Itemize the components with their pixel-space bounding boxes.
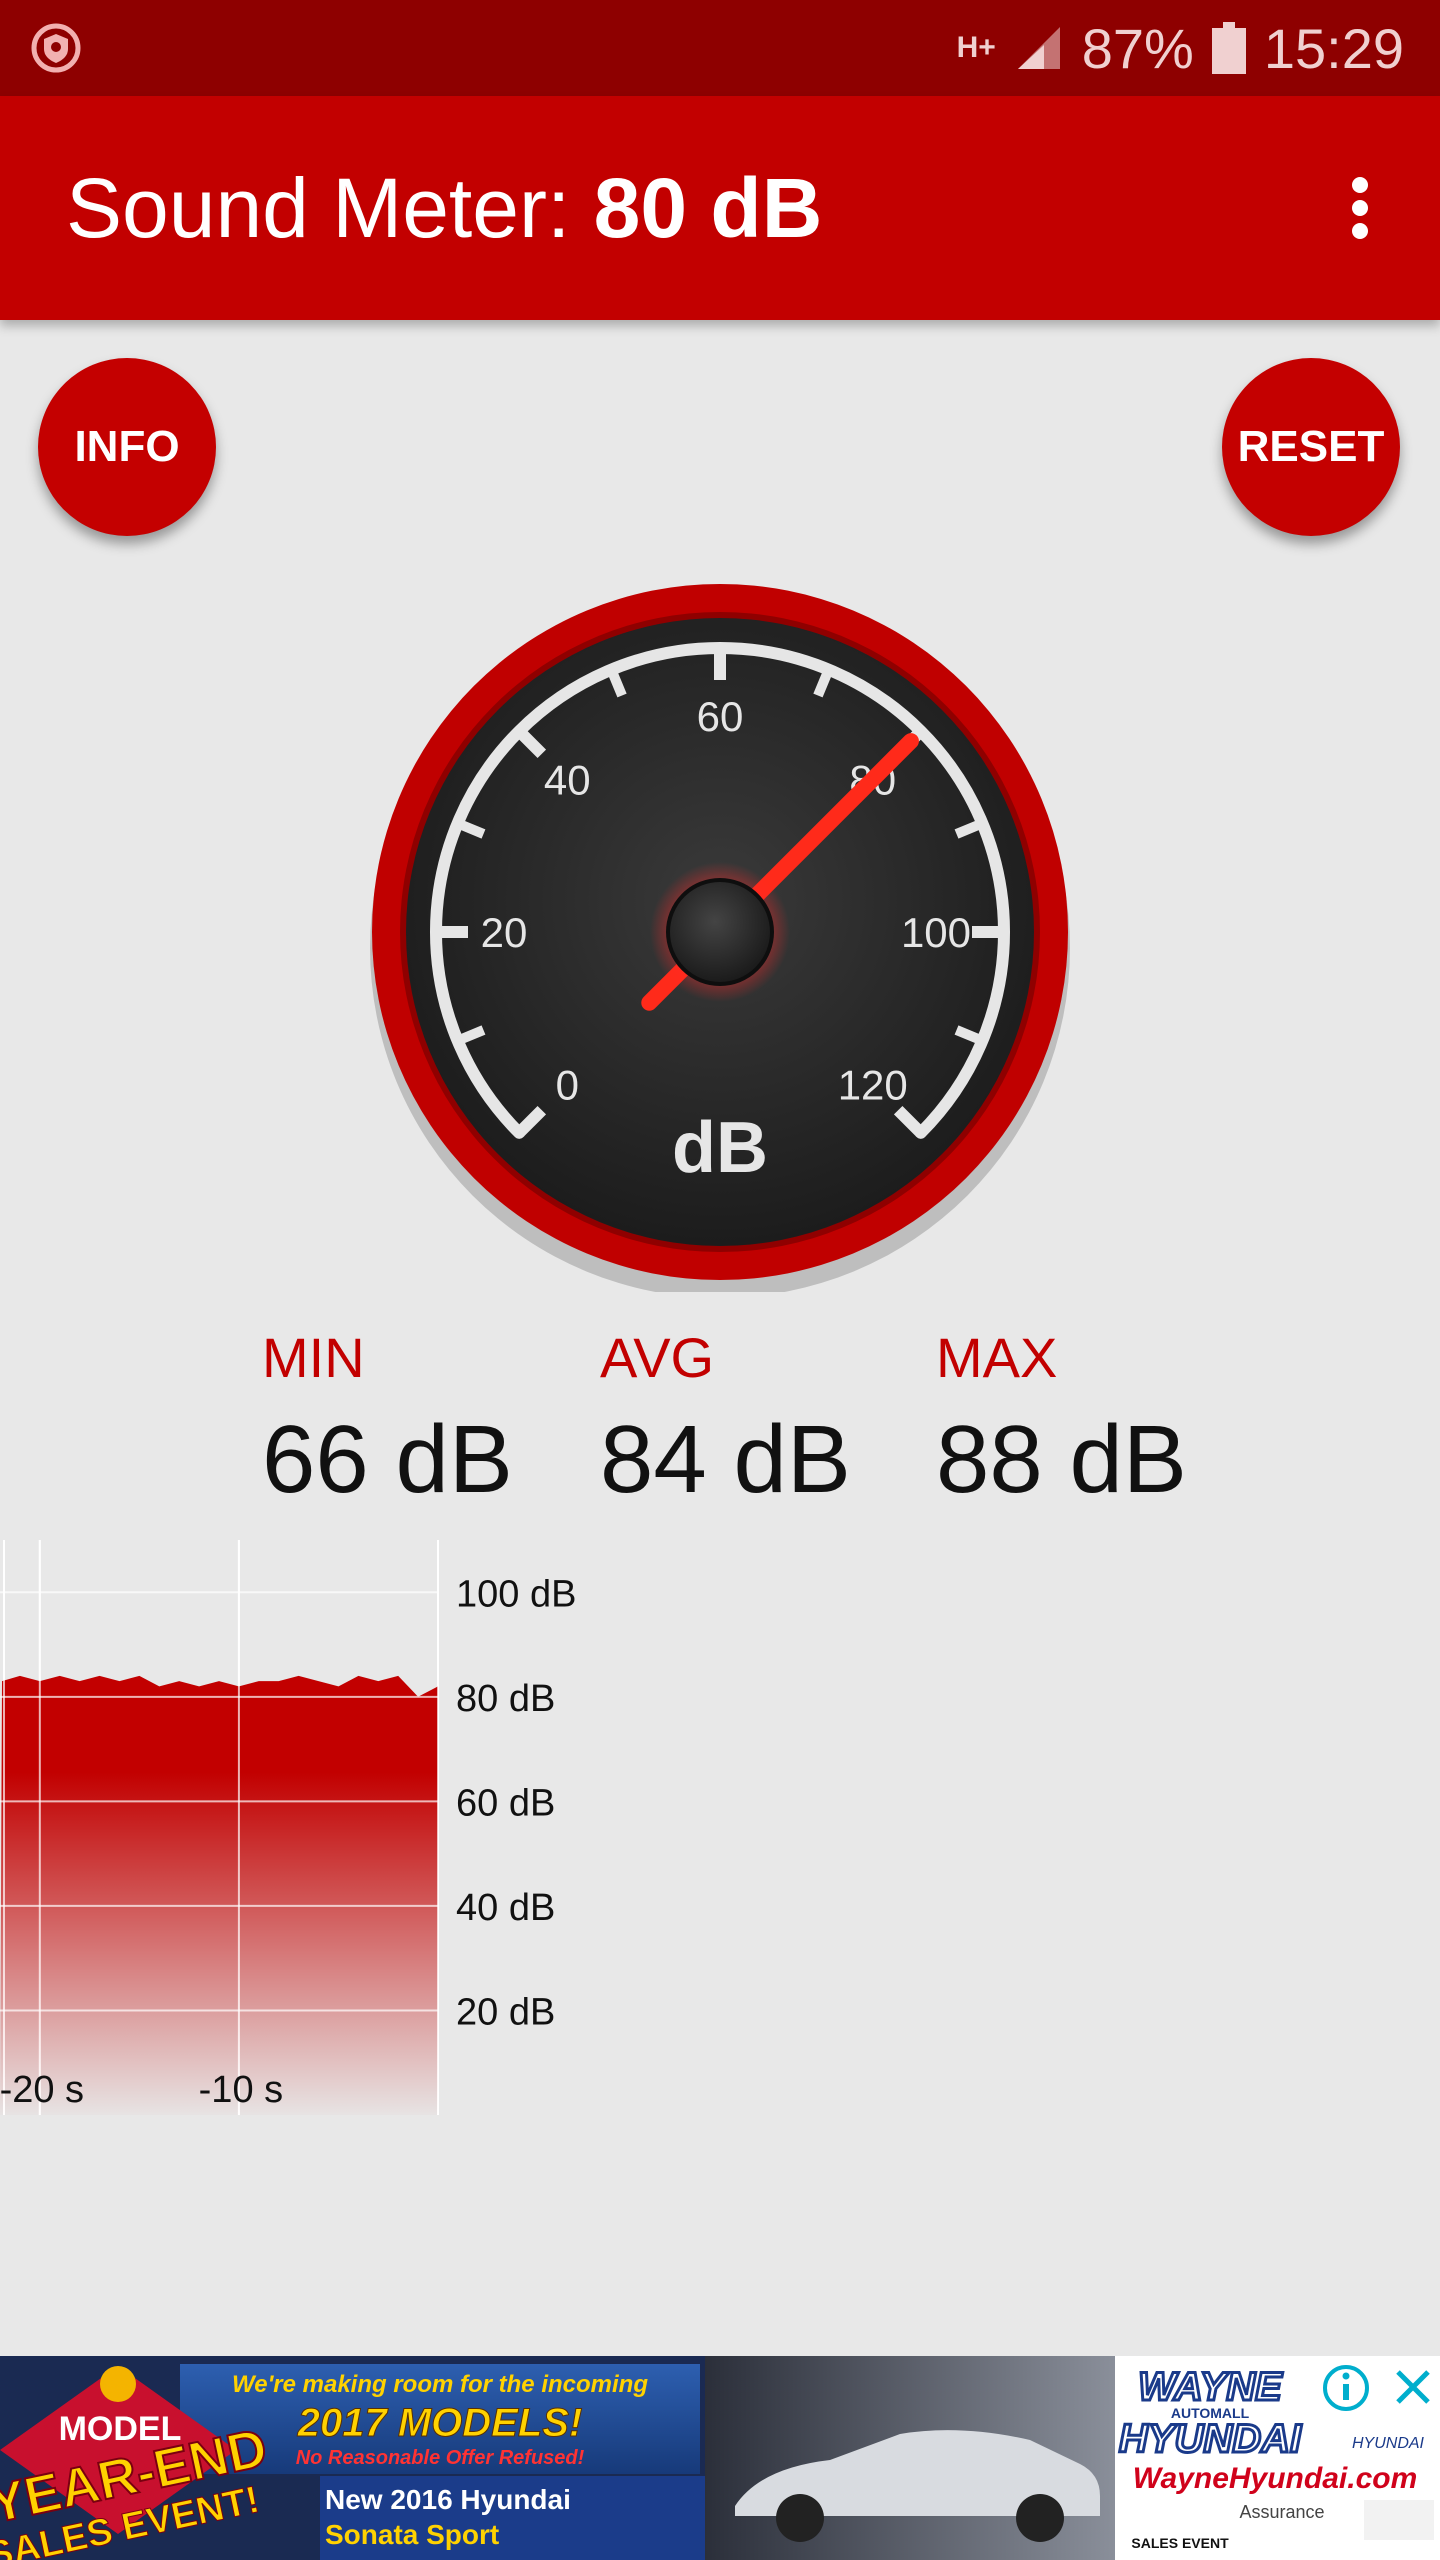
app-title: Sound Meter: 80 dB [66, 96, 822, 320]
app-title-prefix: Sound Meter: [66, 161, 594, 255]
chart-y-tick-label: 20 dB [456, 1991, 555, 2033]
gauge-unit-label: dB [672, 1108, 768, 1188]
ad-models: 2017 MODELS! [297, 2401, 583, 2445]
ad-brand: HYUNDAI [1352, 2435, 1425, 2452]
ad-car-line2: Sonata Sport [325, 2519, 499, 2550]
ad-car-line1: New 2016 Hyundai [325, 2484, 571, 2515]
chart-y-tick-label: 60 dB [456, 1782, 555, 1824]
signal-icon [1017, 27, 1060, 69]
reset-button[interactable]: RESET [1222, 358, 1400, 536]
status-bar: H+ 87% 15:29 [0, 0, 1440, 96]
gauge-tick-label: 0 [556, 1062, 579, 1109]
history-chart: 100 dB 80 dB 60 dB 40 dB 20 dB -20 s -10 s [0, 1540, 576, 2115]
stat-max: MAX 88 dB [936, 1330, 1236, 1508]
ad-creative: MODEL YEAR-END SALES EVENT! We're making… [0, 2356, 1440, 2560]
ad-subline: No Reasonable Offer Refused! [296, 2447, 585, 2469]
ad-footer-2: Assurance [1239, 2502, 1324, 2522]
gauge-tick-label: 20 [481, 909, 528, 956]
gauge-tick-label: 120 [838, 1062, 908, 1109]
db-gauge: 020406080100120 dB [370, 584, 1070, 1292]
stat-avg: AVG 84 dB [600, 1330, 900, 1508]
app-bar: Sound Meter: 80 dB [0, 96, 1440, 320]
stat-min: MIN 66 dB [262, 1330, 562, 1508]
ad-dealer-line3: HYUNDAI [1119, 2417, 1302, 2461]
gauge-tick-label: 40 [544, 756, 591, 803]
info-button[interactable]: INFO [38, 358, 216, 536]
ad-banner[interactable]: MODEL YEAR-END SALES EVENT! We're making… [0, 2356, 1440, 2560]
ad-headline: We're making room for the incoming [232, 2371, 648, 2398]
shield-icon [31, 23, 81, 73]
battery-percent: 87% [1081, 16, 1194, 80]
stat-avg-value: 84 dB [600, 1406, 851, 1513]
stat-max-value: 88 dB [936, 1406, 1187, 1513]
stat-min-label: MIN [262, 1326, 365, 1389]
chart-x-tick-label: -20 s [0, 2069, 84, 2111]
chart-y-tick-label: 80 dB [456, 1678, 555, 1720]
stat-min-value: 66 dB [262, 1406, 513, 1513]
gauge-tick-label: 60 [697, 693, 744, 740]
network-type-icon: H+ [956, 31, 996, 64]
battery-icon [1211, 22, 1246, 74]
ad-dealer-line1: WAYNE [1138, 2365, 1283, 2409]
clock: 15:29 [1263, 16, 1404, 80]
ad-footer-1: SALES EVENT [1131, 2535, 1229, 2551]
history-area [0, 1675, 438, 2115]
app-title-value: 80 dB [593, 161, 823, 255]
chart-y-tick-label: 100 dB [456, 1573, 576, 1615]
gauge-tick-label: 100 [901, 909, 971, 956]
stat-avg-label: AVG [600, 1326, 715, 1389]
gauge-hub [666, 878, 774, 986]
stat-max-label: MAX [936, 1326, 1058, 1389]
chart-y-tick-label: 40 dB [456, 1887, 555, 1929]
ad-sun-icon [100, 2366, 136, 2402]
more-options-icon[interactable] [1320, 168, 1400, 248]
ad-dealer-url: WayneHyundai.com [1133, 2462, 1418, 2495]
chart-x-tick-label: -10 s [199, 2069, 283, 2111]
